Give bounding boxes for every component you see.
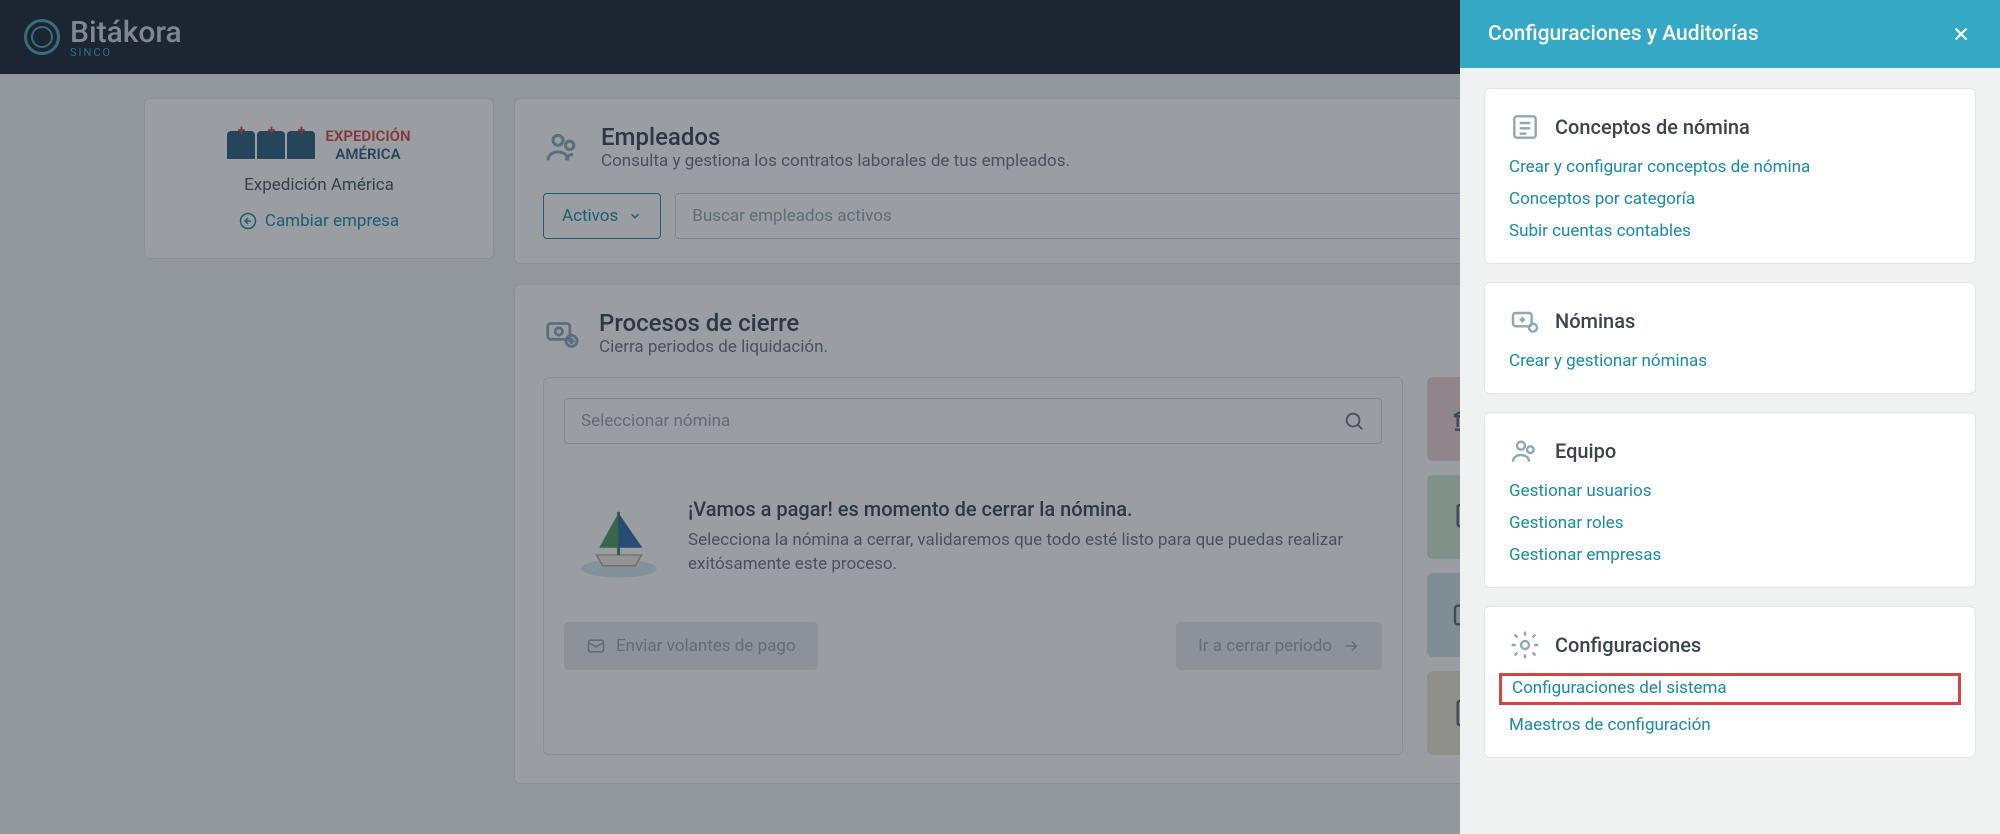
close-icon	[1950, 23, 1972, 45]
close-drawer-button[interactable]	[1950, 23, 1972, 45]
drawer-section: Conceptos de nómina Crear y configurar co…	[1484, 88, 1976, 264]
drawer-link[interactable]: Gestionar usuarios	[1509, 481, 1951, 501]
section-title: Equipo	[1555, 439, 1616, 463]
drawer-title: Configuraciones y Auditorías	[1488, 22, 1759, 46]
drawer-link[interactable]: Maestros de configuración	[1509, 715, 1951, 735]
drawer-section: Nóminas Crear y gestionar nóminas	[1484, 282, 1976, 394]
drawer-section: Equipo Gestionar usuarios Gestionar roles G…	[1484, 412, 1976, 588]
drawer-section: Configuraciones Configuraciones del siste…	[1484, 606, 1976, 758]
highlighted-link: Configuraciones del sistema	[1499, 673, 1961, 705]
drawer-link[interactable]: Crear y configurar conceptos de nómina	[1509, 157, 1951, 177]
drawer-link[interactable]: Subir cuentas contables	[1509, 221, 1951, 241]
config-drawer: Configuraciones y Auditorías Conceptos d…	[1460, 0, 2000, 834]
section-title: Nóminas	[1555, 309, 1635, 333]
drawer-link[interactable]: Gestionar empresas	[1509, 545, 1951, 565]
section-icon	[1509, 629, 1541, 661]
drawer-link[interactable]: Conceptos por categoría	[1509, 189, 1951, 209]
section-title: Conceptos de nómina	[1555, 115, 1750, 139]
section-icon	[1509, 111, 1541, 143]
drawer-body: Conceptos de nómina Crear y configurar co…	[1460, 68, 2000, 796]
drawer-link[interactable]: Crear y gestionar nóminas	[1509, 351, 1951, 371]
section-icon	[1509, 435, 1541, 467]
drawer-link[interactable]: Gestionar roles	[1509, 513, 1951, 533]
section-title: Configuraciones	[1555, 633, 1701, 657]
section-icon	[1509, 305, 1541, 337]
drawer-link[interactable]: Configuraciones del sistema	[1512, 678, 1948, 698]
